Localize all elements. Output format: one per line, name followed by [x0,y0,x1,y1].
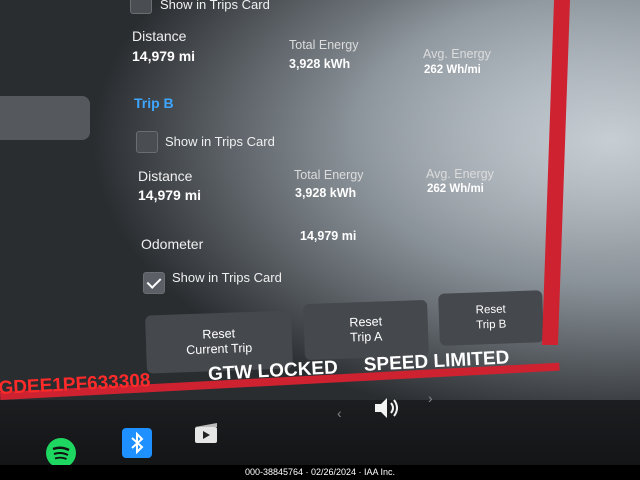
reset-b-line2: Trip B [475,318,507,332]
trip-a-energy-value: 3,928 kWh [289,57,351,71]
taskbar: ‹ › [0,390,640,468]
reset-a-line2: Trip A [349,329,383,345]
factory-mode-frame [541,0,571,345]
trip-b-avg-label: Avg. Energy [426,167,494,181]
trip-b-avg-value: 262 Wh/mi [427,183,484,195]
reset-trip-a-button[interactable]: Reset Trip A [303,299,429,361]
touchscreen: Show in Trips Card Distance 14,979 mi To… [0,0,640,480]
trip-b-distance-value: 14,979 mi [138,187,202,203]
side-panel-tab[interactable] [0,96,90,140]
trip-b-energy-label: Total Energy [294,168,364,182]
odometer-show-checkbox[interactable] [143,272,165,294]
video-icon[interactable] [193,420,221,446]
vin-text: GDEE1PF633308 [0,370,151,400]
odometer-value: 14,979 mi [300,229,357,243]
trip-a-show-checkbox[interactable] [130,0,152,14]
reset-a-line1: Reset [349,314,383,330]
reset-b-line1: Reset [475,303,506,317]
trip-a-distance-label: Distance [132,28,187,44]
trip-a-energy-label: Total Energy [289,38,359,52]
chevron-left-icon[interactable]: ‹ [337,405,342,421]
trip-a-distance-value: 14,979 mi [132,48,196,64]
trip-a-avg-value: 262 Wh/mi [424,64,481,76]
trip-b-energy-value: 3,928 kWh [295,186,357,200]
chevron-right-icon[interactable]: › [428,390,433,406]
bluetooth-icon[interactable] [122,428,152,458]
trip-a-avg-label: Avg. Energy [423,47,491,61]
watermark: 000-38845764 · 02/26/2024 · IAA Inc. [0,465,640,480]
screen-glare [330,0,640,260]
volume-icon[interactable] [372,394,404,422]
trip-a-show-label: Show in Trips Card [160,0,270,12]
trip-b-show-checkbox[interactable] [136,131,158,153]
reset-trip-b-button[interactable]: Reset Trip B [438,290,544,346]
spotify-icon[interactable] [46,438,76,468]
odometer-label: Odometer [141,236,204,252]
trip-b-title: Trip B [134,95,174,111]
trip-b-distance-label: Distance [138,168,193,184]
reset-current-line2: Current Trip [186,340,253,358]
odometer-show-label: Show in Trips Card [172,270,282,285]
trip-b-show-label: Show in Trips Card [165,134,275,149]
